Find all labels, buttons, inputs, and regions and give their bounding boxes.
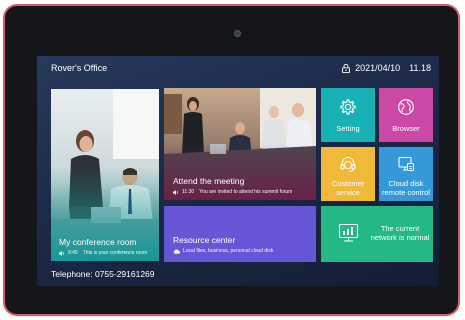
cloud-disk-label: Cloud disk remote control xyxy=(379,179,433,197)
speaker-icon xyxy=(173,189,178,195)
office-name: Rover's Office xyxy=(51,63,108,73)
setting-tile[interactable]: Setting xyxy=(321,88,375,142)
network-status-label: The current network is normal xyxy=(367,224,433,242)
office-dashboard-screen: Rover's Office 2021/04/10 11.18 My confe… xyxy=(37,56,439,286)
cloud-monitor-icon xyxy=(398,156,414,171)
front-camera xyxy=(234,30,241,37)
gear-icon xyxy=(340,99,356,115)
telephone-number: Telephone: 0755-29161269 xyxy=(51,269,155,279)
browser-tile[interactable]: Browser xyxy=(379,88,433,142)
datetime-area: 2021/04/10 11.18 xyxy=(342,63,431,73)
lock-icon[interactable] xyxy=(342,63,350,73)
conference-room-status: 9:45 This is your conference room xyxy=(59,250,147,256)
cloud-icon xyxy=(173,248,180,254)
resource-center-tile[interactable]: Resource center Local files, business, p… xyxy=(164,206,316,262)
current-date: 2021/04/10 xyxy=(355,63,401,73)
network-chart-icon xyxy=(338,223,359,242)
meeting-time: 11:30 xyxy=(182,189,195,195)
tablet-device: Rover's Office 2021/04/10 11.18 My confe… xyxy=(5,6,458,314)
resource-center-message: Local files, business, personal cloud di… xyxy=(183,248,274,254)
conference-room-time: 9:45 xyxy=(68,250,78,256)
network-status-tile[interactable]: The current network is normal xyxy=(321,206,433,262)
globe-icon xyxy=(398,99,414,115)
conference-room-title: My conference room xyxy=(59,237,137,247)
conference-room-photo xyxy=(51,89,159,261)
setting-label: Setting xyxy=(336,124,360,133)
conference-room-tile[interactable]: My conference room 9:45 This is your con… xyxy=(51,89,159,261)
network-status-label-line2: network is normal xyxy=(370,232,430,242)
status-bar: Rover's Office 2021/04/10 11.18 xyxy=(37,56,439,80)
meeting-title: Attend the meeting xyxy=(173,176,245,186)
resource-center-title: Resource center xyxy=(173,235,236,245)
meeting-status: 11:30 You are invited to attend his summ… xyxy=(173,189,292,195)
current-time: 11.18 xyxy=(409,63,431,73)
resource-center-status: Local files, business, personal cloud di… xyxy=(173,248,273,254)
cloud-disk-tile[interactable]: Cloud disk remote control xyxy=(379,147,433,201)
attend-meeting-tile[interactable]: Attend the meeting 11:30 You are invited… xyxy=(164,88,316,200)
cloud-disk-label-line2: remote control xyxy=(382,187,430,197)
customer-service-label: Customer service xyxy=(321,179,375,197)
browser-label: Browser xyxy=(392,124,420,133)
meeting-message: You are invited to attend his summit for… xyxy=(199,189,293,195)
headset-icon xyxy=(340,156,356,172)
speaker-icon xyxy=(59,250,64,256)
customer-service-tile[interactable]: Customer service xyxy=(321,147,375,201)
conference-room-message: This is your conference room xyxy=(82,250,148,256)
customer-service-label-line2: service xyxy=(336,187,360,197)
